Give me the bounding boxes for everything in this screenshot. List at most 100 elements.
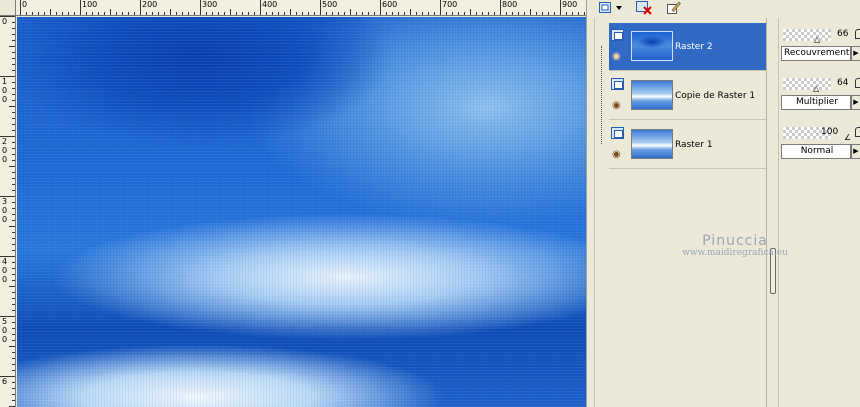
ruler-label: 900 xyxy=(562,0,578,9)
group-bracket xyxy=(601,46,602,144)
ruler-label: 400 xyxy=(262,0,278,9)
ruler-tick xyxy=(12,298,15,299)
ruler-tick xyxy=(272,12,273,15)
ruler-tick xyxy=(530,9,531,15)
ruler-tick xyxy=(12,274,15,275)
watermark-name: Pinuccia xyxy=(702,233,768,249)
ruler-tick xyxy=(344,12,345,15)
ruler-tick xyxy=(410,9,411,15)
layer-properties: △ 66 Recouvrement ▶ △ 64 Multiplier ▶ ∠ … xyxy=(778,18,860,407)
ruler-tick xyxy=(104,12,105,15)
ruler-tick xyxy=(536,12,537,15)
layer-thumbnail xyxy=(631,31,673,61)
ruler-tick xyxy=(56,12,57,15)
layer-name: Copie de Raster 1 xyxy=(675,91,756,101)
delete-layer-icon[interactable] xyxy=(634,0,654,16)
ruler-tick xyxy=(12,22,15,23)
ruler-tick xyxy=(12,394,15,395)
ruler-tick xyxy=(128,12,129,15)
ruler-tick xyxy=(12,82,15,83)
layer-type-icon[interactable] xyxy=(611,29,624,41)
vertical-ruler[interactable]: 0 1 0 0 2 0 0 3 0 0 4 0 0 5 0 0 6 xyxy=(0,16,16,407)
blend-mode-arrow-icon[interactable]: ▶ xyxy=(851,144,860,159)
blend-mode-select[interactable]: Recouvrement xyxy=(781,46,851,61)
ruler-tick xyxy=(236,12,237,15)
ruler-tick xyxy=(12,310,15,311)
ruler-tick xyxy=(12,190,15,191)
ruler-tick xyxy=(12,232,15,233)
ruler-tick xyxy=(32,12,33,15)
ruler-tick xyxy=(12,160,15,161)
blend-mode-select[interactable]: Multiplier xyxy=(781,95,851,110)
visibility-eye-icon[interactable]: ◉ xyxy=(612,52,621,62)
ruler-tick xyxy=(464,12,465,15)
ruler-label: 600 xyxy=(382,0,398,9)
ruler-tick xyxy=(98,12,99,15)
ruler-tick xyxy=(458,12,459,15)
ruler-tick xyxy=(392,12,393,15)
horizontal-ruler[interactable]: 0 100 200 300 400 500 600 700 800 900 xyxy=(16,0,586,16)
layer-type-icon[interactable] xyxy=(611,78,624,90)
layer-row-raster-1[interactable]: ◉ Raster 1 xyxy=(609,121,767,169)
ruler-tick xyxy=(338,12,339,15)
ruler-tick xyxy=(12,40,15,41)
ruler-tick xyxy=(86,12,87,15)
ruler-tick xyxy=(12,400,15,401)
lock-icon[interactable] xyxy=(855,29,860,39)
ruler-label: 6 xyxy=(1,377,8,386)
ruler-tick xyxy=(12,292,15,293)
ruler-tick xyxy=(12,358,15,359)
ruler-label: 0 xyxy=(22,0,28,9)
ruler-tick xyxy=(416,12,417,15)
opacity-marker-icon[interactable]: ∠ xyxy=(844,133,851,142)
layers-list: ◉ Raster 2 ◉ Copie de Raster 1 ◉ Raster … xyxy=(594,18,767,407)
ruler-tick xyxy=(9,46,15,47)
opacity-slider[interactable] xyxy=(783,29,831,41)
visibility-eye-icon[interactable]: ◉ xyxy=(612,101,621,111)
layer-row-copie-de-raster-1[interactable]: ◉ Copie de Raster 1 xyxy=(609,72,767,120)
opacity-marker-icon[interactable]: △ xyxy=(814,35,820,44)
ruler-tick xyxy=(566,12,567,15)
layer-row-raster-2[interactable]: ◉ Raster 2 xyxy=(609,23,767,71)
ruler-tick xyxy=(350,9,351,15)
layer-name: Raster 2 xyxy=(675,42,713,52)
ruler-tick xyxy=(488,12,489,15)
dropdown-arrow-icon[interactable] xyxy=(614,0,624,16)
blend-mode-arrow-icon[interactable]: ▶ xyxy=(851,46,860,61)
layer-type-icon[interactable] xyxy=(611,127,624,139)
lock-icon[interactable] xyxy=(855,78,860,88)
visibility-eye-icon[interactable]: ◉ xyxy=(612,150,621,160)
blend-mode-arrow-icon[interactable]: ▶ xyxy=(851,95,860,110)
ruler-tick xyxy=(188,12,189,15)
ruler-tick xyxy=(146,12,147,15)
ruler-tick xyxy=(12,238,15,239)
image-canvas[interactable] xyxy=(17,17,586,407)
ruler-tick xyxy=(386,12,387,15)
ruler-tick xyxy=(542,12,543,15)
ruler-label: 4 0 0 xyxy=(1,257,8,284)
ruler-tick xyxy=(12,118,15,119)
ruler-tick xyxy=(398,12,399,15)
ruler-tick xyxy=(218,12,219,15)
layer-toolbar xyxy=(594,0,860,18)
ruler-tick xyxy=(134,12,135,15)
watermark: Pinuccia www.maidiregrafica.eu xyxy=(670,233,800,258)
layer-name: Raster 1 xyxy=(675,140,713,150)
opacity-marker-icon[interactable]: △ xyxy=(813,84,819,93)
edit-icon[interactable] xyxy=(664,0,684,16)
ruler-tick xyxy=(476,12,477,15)
ruler-tick xyxy=(548,12,549,15)
ruler-tick xyxy=(512,12,513,15)
opacity-slider[interactable] xyxy=(783,78,831,90)
ruler-tick xyxy=(314,12,315,15)
ruler-tick xyxy=(356,12,357,15)
panel-splitter[interactable] xyxy=(766,18,778,407)
lock-icon[interactable] xyxy=(855,127,860,137)
new-layer-icon[interactable] xyxy=(596,0,616,16)
ruler-tick xyxy=(224,12,225,15)
ruler-tick xyxy=(428,12,429,15)
ruler-tick xyxy=(584,12,585,15)
ruler-tick xyxy=(248,12,249,15)
blend-mode-select[interactable]: Normal xyxy=(781,144,851,159)
ruler-tick xyxy=(368,12,369,15)
